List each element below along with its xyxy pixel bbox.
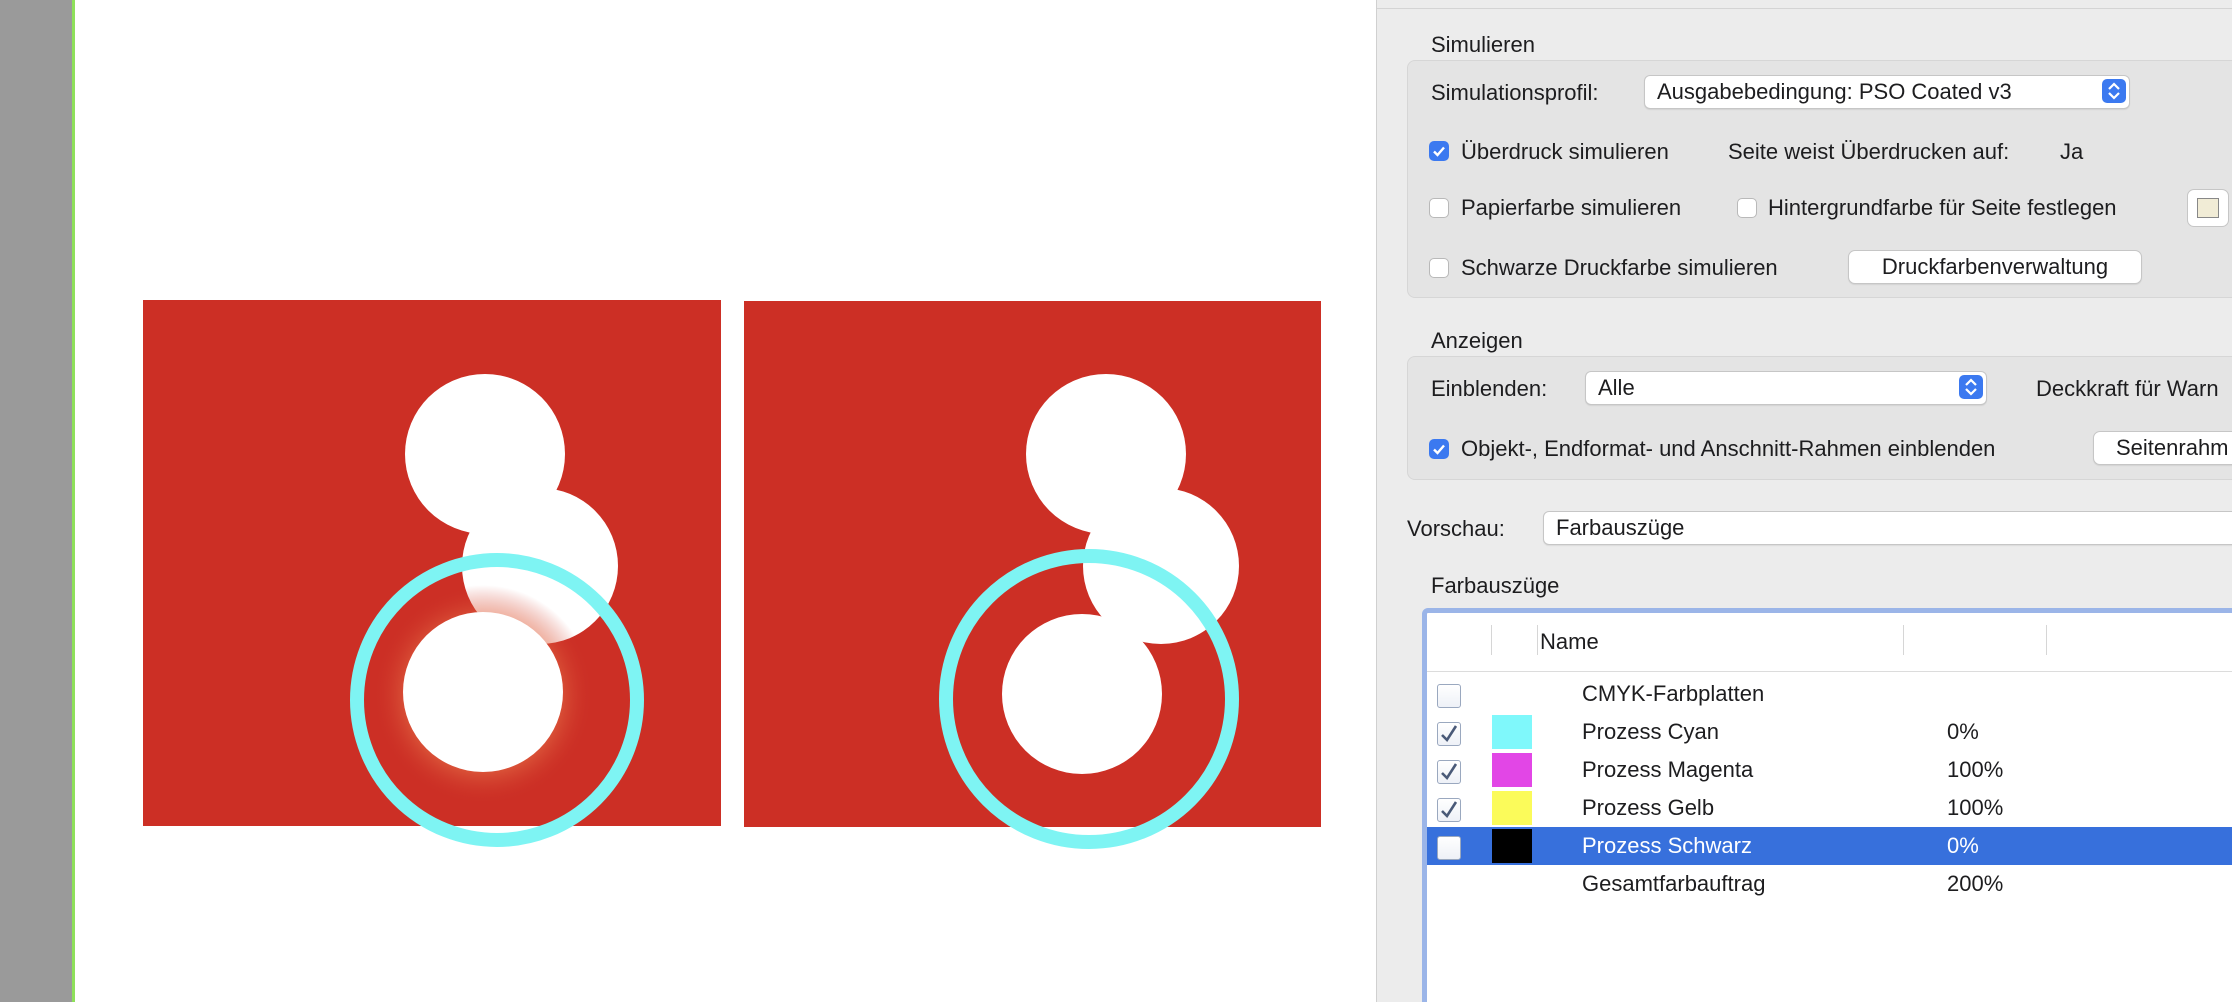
preview-value: Farbauszüge	[1556, 515, 1685, 540]
simulation-profile-value: Ausgabebedingung: PSO Coated v3	[1657, 79, 2012, 104]
background-color-swatch-button[interactable]	[2187, 189, 2229, 227]
artwork-left-circle-bottom	[403, 612, 563, 772]
simulation-profile-label: Simulationsprofil:	[1431, 80, 1599, 105]
row-checkbox[interactable]	[1437, 836, 1461, 860]
separation-row-cmyk[interactable]: CMYK-Farbplatten	[1427, 675, 2232, 713]
show-label: Einblenden:	[1431, 376, 1548, 401]
pasteboard-gutter	[0, 0, 72, 1002]
artwork-right-circle-bottom	[1002, 614, 1162, 774]
magenta-swatch	[1492, 753, 1532, 787]
show-popup[interactable]: Alle	[1585, 371, 1987, 405]
paper-color-checkbox[interactable]	[1429, 198, 1449, 218]
show-value: Alle	[1598, 375, 1635, 400]
output-preview-panel: Simulieren Simulationsprofil: Ausgabebed…	[1376, 0, 2232, 1002]
preview-popup[interactable]: Farbauszüge	[1543, 511, 2232, 545]
separations-table-header: Name	[1427, 613, 2232, 672]
overprint-label: Überdruck simulieren	[1461, 139, 1669, 164]
warning-opacity-label: Deckkraft für Warn	[2036, 376, 2219, 401]
separation-row-magenta[interactable]: Prozess Magenta 100%	[1427, 751, 2232, 789]
separation-name: Gesamtfarbauftrag	[1582, 871, 1766, 896]
page-frames-button[interactable]: Seitenrahm	[2093, 431, 2232, 465]
row-checkbox[interactable]	[1437, 684, 1461, 708]
show-heading: Anzeigen	[1431, 328, 1523, 353]
background-color-checkbox[interactable]	[1737, 198, 1757, 218]
name-column-header[interactable]: Name	[1540, 629, 1599, 655]
document-canvas[interactable]	[75, 0, 1375, 1002]
color-swatch-icon	[2197, 198, 2219, 218]
column-separator	[1537, 625, 1538, 655]
row-checkbox[interactable]	[1437, 798, 1461, 822]
separation-percent: 200%	[1947, 871, 2004, 896]
separations-table[interactable]: Name CMYK-Farbplatten Prozess Cyan 0% Pr…	[1422, 608, 2232, 1002]
separation-row-total[interactable]: Gesamtfarbauftrag 200%	[1427, 865, 2232, 903]
black-ink-checkbox[interactable]	[1429, 258, 1449, 278]
separation-percent: 100%	[1947, 757, 2004, 782]
black-ink-label: Schwarze Druckfarbe simulieren	[1461, 255, 1778, 280]
popup-stepper-icon	[2102, 79, 2126, 103]
popup-stepper-icon	[1959, 375, 1983, 399]
page-overprint-label: Seite weist Überdrucken auf:	[1728, 139, 2010, 164]
paper-color-label: Papierfarbe simulieren	[1461, 195, 1682, 220]
artwork	[143, 300, 1321, 849]
separation-name: CMYK-Farbplatten	[1582, 681, 1765, 706]
separation-row-yellow[interactable]: Prozess Gelb 100%	[1427, 789, 2232, 827]
frames-checkbox[interactable]	[1429, 439, 1449, 459]
black-swatch	[1492, 829, 1532, 863]
separation-name: Prozess Schwarz	[1582, 833, 1752, 858]
separation-percent: 100%	[1947, 795, 2004, 820]
yellow-swatch	[1492, 791, 1532, 825]
row-checkbox[interactable]	[1437, 760, 1461, 784]
separation-name: Prozess Gelb	[1582, 795, 1715, 820]
ink-manager-button[interactable]: Druckfarbenverwaltung	[1848, 250, 2142, 284]
separation-name: Prozess Magenta	[1582, 757, 1754, 782]
panel-top-divider	[1377, 8, 2232, 9]
overprint-checkbox[interactable]	[1429, 141, 1449, 161]
background-color-label: Hintergrundfarbe für Seite festlegen	[1768, 195, 2117, 220]
frames-label: Objekt-, Endformat- und Anschnitt-Rahmen…	[1461, 436, 1996, 461]
column-separator	[2046, 625, 2047, 655]
separation-percent: 0%	[1947, 719, 1979, 744]
cyan-swatch	[1492, 715, 1532, 749]
page-overprint-value: Ja	[2060, 139, 2084, 164]
separations-heading: Farbauszüge	[1431, 573, 1560, 598]
simulate-heading: Simulieren	[1431, 32, 1535, 57]
row-checkbox[interactable]	[1437, 722, 1461, 746]
preview-label: Vorschau:	[1407, 516, 1505, 541]
separation-percent: 0%	[1947, 833, 1979, 858]
separation-row-cyan[interactable]: Prozess Cyan 0%	[1427, 713, 2232, 751]
column-separator	[1491, 625, 1492, 655]
column-separator	[1903, 625, 1904, 655]
separation-name: Prozess Cyan	[1582, 719, 1719, 744]
simulation-profile-popup[interactable]: Ausgabebedingung: PSO Coated v3	[1644, 75, 2130, 109]
separation-row-black[interactable]: Prozess Schwarz 0%	[1427, 827, 2232, 865]
